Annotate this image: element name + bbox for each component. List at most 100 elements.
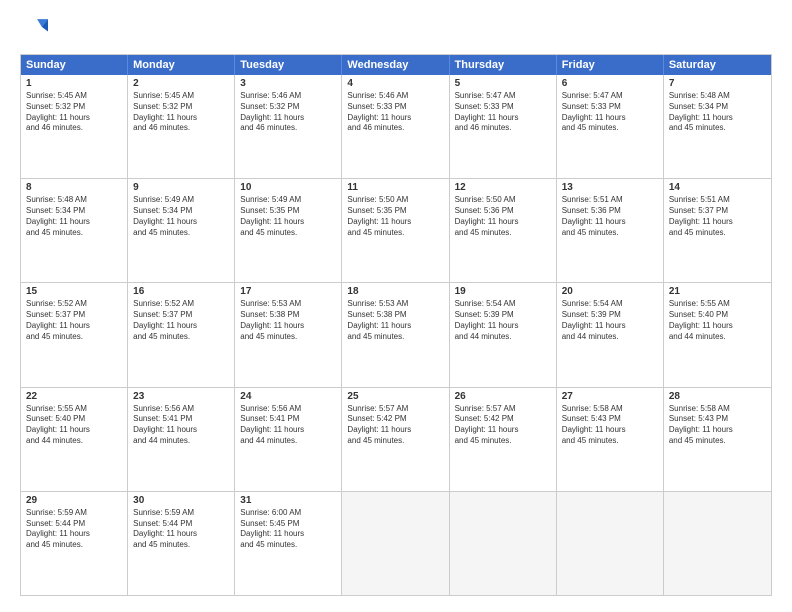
logo-icon <box>20 16 48 44</box>
cell-info: Sunrise: 5:46 AM Sunset: 5:33 PM Dayligh… <box>347 91 443 134</box>
cell-info: Sunrise: 5:58 AM Sunset: 5:43 PM Dayligh… <box>562 404 658 447</box>
day-number: 28 <box>669 391 766 402</box>
cell-info: Sunrise: 5:55 AM Sunset: 5:40 PM Dayligh… <box>26 404 122 447</box>
cal-cell: 1 Sunrise: 5:45 AM Sunset: 5:32 PM Daylig… <box>21 75 128 178</box>
cell-info: Sunrise: 5:49 AM Sunset: 5:34 PM Dayligh… <box>133 195 229 238</box>
cal-cell: 9 Sunrise: 5:49 AM Sunset: 5:34 PM Daylig… <box>128 179 235 282</box>
cell-info: Sunrise: 5:49 AM Sunset: 5:35 PM Dayligh… <box>240 195 336 238</box>
cell-info: Sunrise: 5:57 AM Sunset: 5:42 PM Dayligh… <box>455 404 551 447</box>
cell-info: Sunrise: 5:48 AM Sunset: 5:34 PM Dayligh… <box>26 195 122 238</box>
cal-cell: 15 Sunrise: 5:52 AM Sunset: 5:37 PM Dayli… <box>21 283 128 386</box>
cal-cell: 26 Sunrise: 5:57 AM Sunset: 5:42 PM Dayli… <box>450 388 557 491</box>
day-number: 22 <box>26 391 122 402</box>
day-number: 4 <box>347 78 443 89</box>
cell-info: Sunrise: 5:58 AM Sunset: 5:43 PM Dayligh… <box>669 404 766 447</box>
cell-info: Sunrise: 5:52 AM Sunset: 5:37 PM Dayligh… <box>26 299 122 342</box>
cell-info: Sunrise: 5:53 AM Sunset: 5:38 PM Dayligh… <box>347 299 443 342</box>
header-sunday: Sunday <box>21 55 128 75</box>
day-number: 20 <box>562 286 658 297</box>
calendar-row-0: 1 Sunrise: 5:45 AM Sunset: 5:32 PM Daylig… <box>21 75 771 178</box>
cal-cell: 16 Sunrise: 5:52 AM Sunset: 5:37 PM Dayli… <box>128 283 235 386</box>
cal-cell: 7Sunrise: 5:48 AM Sunset: 5:34 PM Daylig… <box>664 75 771 178</box>
day-number: 14 <box>669 182 766 193</box>
cell-info: Sunrise: 6:00 AM Sunset: 5:45 PM Dayligh… <box>240 508 336 551</box>
cal-cell: 30 Sunrise: 5:59 AM Sunset: 5:44 PM Dayli… <box>128 492 235 595</box>
cell-info: Sunrise: 5:45 AM Sunset: 5:32 PM Dayligh… <box>133 91 229 134</box>
cal-cell: 22 Sunrise: 5:55 AM Sunset: 5:40 PM Dayli… <box>21 388 128 491</box>
day-number: 11 <box>347 182 443 193</box>
day-number: 1 <box>26 78 122 89</box>
cal-cell: 3Sunrise: 5:46 AM Sunset: 5:32 PM Daylig… <box>235 75 342 178</box>
cal-cell <box>450 492 557 595</box>
cal-cell <box>342 492 449 595</box>
cell-info: Sunrise: 5:59 AM Sunset: 5:44 PM Dayligh… <box>26 508 122 551</box>
cell-info: Sunrise: 5:50 AM Sunset: 5:36 PM Dayligh… <box>455 195 551 238</box>
cal-cell: 25Sunrise: 5:57 AM Sunset: 5:42 PM Dayli… <box>342 388 449 491</box>
day-number: 8 <box>26 182 122 193</box>
day-number: 13 <box>562 182 658 193</box>
calendar-header-row: Sunday Monday Tuesday Wednesday Thursday… <box>21 55 771 75</box>
cal-cell: 18 Sunrise: 5:53 AM Sunset: 5:38 PM Dayli… <box>342 283 449 386</box>
day-number: 6 <box>562 78 658 89</box>
day-number: 24 <box>240 391 336 402</box>
calendar-body: 1 Sunrise: 5:45 AM Sunset: 5:32 PM Daylig… <box>21 75 771 595</box>
header-tuesday: Tuesday <box>235 55 342 75</box>
day-number: 25 <box>347 391 443 402</box>
cell-info: Sunrise: 5:56 AM Sunset: 5:41 PM Dayligh… <box>133 404 229 447</box>
calendar-row-1: 8 Sunrise: 5:48 AM Sunset: 5:34 PM Daylig… <box>21 178 771 282</box>
header-monday: Monday <box>128 55 235 75</box>
cell-info: Sunrise: 5:48 AM Sunset: 5:34 PM Dayligh… <box>669 91 766 134</box>
cal-cell: 29 Sunrise: 5:59 AM Sunset: 5:44 PM Dayli… <box>21 492 128 595</box>
cal-cell: 13 Sunrise: 5:51 AM Sunset: 5:36 PM Dayli… <box>557 179 664 282</box>
cal-cell: 10 Sunrise: 5:49 AM Sunset: 5:35 PM Dayli… <box>235 179 342 282</box>
cell-info: Sunrise: 5:52 AM Sunset: 5:37 PM Dayligh… <box>133 299 229 342</box>
cal-cell: 24 Sunrise: 5:56 AM Sunset: 5:41 PM Dayli… <box>235 388 342 491</box>
cell-info: Sunrise: 5:47 AM Sunset: 5:33 PM Dayligh… <box>455 91 551 134</box>
day-number: 9 <box>133 182 229 193</box>
cal-cell: 6 Sunrise: 5:47 AM Sunset: 5:33 PM Daylig… <box>557 75 664 178</box>
cell-info: Sunrise: 5:54 AM Sunset: 5:39 PM Dayligh… <box>455 299 551 342</box>
day-number: 16 <box>133 286 229 297</box>
cal-cell: 28 Sunrise: 5:58 AM Sunset: 5:43 PM Dayli… <box>664 388 771 491</box>
day-number: 27 <box>562 391 658 402</box>
cell-info: Sunrise: 5:46 AM Sunset: 5:32 PM Dayligh… <box>240 91 336 134</box>
day-number: 12 <box>455 182 551 193</box>
cal-cell <box>664 492 771 595</box>
day-number: 2 <box>133 78 229 89</box>
day-number: 10 <box>240 182 336 193</box>
page: Sunday Monday Tuesday Wednesday Thursday… <box>0 0 792 612</box>
calendar: Sunday Monday Tuesday Wednesday Thursday… <box>20 54 772 596</box>
day-number: 30 <box>133 495 229 506</box>
day-number: 15 <box>26 286 122 297</box>
cell-info: Sunrise: 5:45 AM Sunset: 5:32 PM Dayligh… <box>26 91 122 134</box>
cell-info: Sunrise: 5:55 AM Sunset: 5:40 PM Dayligh… <box>669 299 766 342</box>
cal-cell: 21 Sunrise: 5:55 AM Sunset: 5:40 PM Dayli… <box>664 283 771 386</box>
day-number: 19 <box>455 286 551 297</box>
cal-cell: 5 Sunrise: 5:47 AM Sunset: 5:33 PM Daylig… <box>450 75 557 178</box>
cell-info: Sunrise: 5:53 AM Sunset: 5:38 PM Dayligh… <box>240 299 336 342</box>
day-number: 26 <box>455 391 551 402</box>
cell-info: Sunrise: 5:56 AM Sunset: 5:41 PM Dayligh… <box>240 404 336 447</box>
day-number: 21 <box>669 286 766 297</box>
cell-info: Sunrise: 5:54 AM Sunset: 5:39 PM Dayligh… <box>562 299 658 342</box>
cal-cell: 20 Sunrise: 5:54 AM Sunset: 5:39 PM Dayli… <box>557 283 664 386</box>
cell-info: Sunrise: 5:51 AM Sunset: 5:36 PM Dayligh… <box>562 195 658 238</box>
day-number: 5 <box>455 78 551 89</box>
day-number: 18 <box>347 286 443 297</box>
day-number: 23 <box>133 391 229 402</box>
day-number: 17 <box>240 286 336 297</box>
cal-cell: 17 Sunrise: 5:53 AM Sunset: 5:38 PM Dayli… <box>235 283 342 386</box>
cal-cell: 4 Sunrise: 5:46 AM Sunset: 5:33 PM Daylig… <box>342 75 449 178</box>
calendar-row-2: 15 Sunrise: 5:52 AM Sunset: 5:37 PM Dayli… <box>21 282 771 386</box>
cal-cell: 2 Sunrise: 5:45 AM Sunset: 5:32 PM Daylig… <box>128 75 235 178</box>
day-number: 31 <box>240 495 336 506</box>
cell-info: Sunrise: 5:59 AM Sunset: 5:44 PM Dayligh… <box>133 508 229 551</box>
header-saturday: Saturday <box>664 55 771 75</box>
cell-info: Sunrise: 5:47 AM Sunset: 5:33 PM Dayligh… <box>562 91 658 134</box>
header-thursday: Thursday <box>450 55 557 75</box>
logo <box>20 16 52 44</box>
cal-cell <box>557 492 664 595</box>
header-friday: Friday <box>557 55 664 75</box>
day-number: 29 <box>26 495 122 506</box>
cal-cell: 23 Sunrise: 5:56 AM Sunset: 5:41 PM Dayli… <box>128 388 235 491</box>
